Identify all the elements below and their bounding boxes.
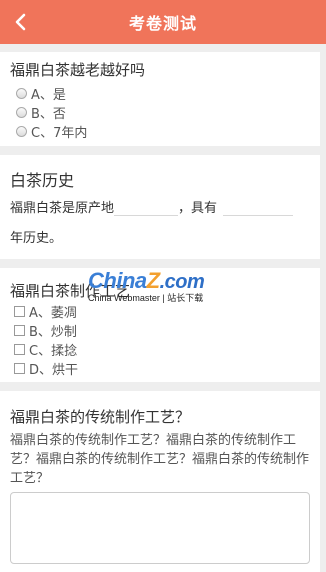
fill-text: 福鼎白茶是原产地 bbox=[10, 201, 115, 216]
radio-option-c[interactable]: C、7年内 bbox=[16, 122, 87, 141]
page-title: 考卷测试 bbox=[128, 14, 197, 33]
checkbox[interactable] bbox=[14, 306, 25, 317]
radio-button[interactable] bbox=[16, 107, 27, 118]
chevron-left-icon bbox=[15, 13, 26, 31]
checkbox-option-c[interactable]: C、揉捻 bbox=[14, 340, 78, 359]
fill-text: 年历史。 bbox=[10, 231, 63, 246]
radio-option-a[interactable]: A、是 bbox=[16, 84, 87, 103]
question-description: 福鼎白茶的传统制作工艺？福鼎白茶的传统制作工艺？福鼎白茶的传统制作工艺？福鼎白茶… bbox=[10, 433, 310, 486]
fill-text: ，具有 bbox=[178, 201, 218, 216]
checkbox-option-a[interactable]: A、萎凋 bbox=[14, 302, 78, 321]
checkbox[interactable] bbox=[14, 363, 25, 374]
back-button[interactable] bbox=[6, 7, 36, 37]
question-title: 福鼎白茶越老越好吗 bbox=[10, 61, 146, 79]
question-card-2: 白茶历史 福鼎白茶是原产地 ，具有 年历史。 bbox=[0, 155, 320, 259]
checkbox-option-d[interactable]: D、烘干 bbox=[14, 359, 78, 378]
top-bar: 考卷测试 bbox=[0, 0, 326, 44]
answer-textarea[interactable] bbox=[10, 492, 310, 564]
question-card-1: 福鼎白茶越老越好吗 A、是 B、否 C、7年内 bbox=[0, 52, 320, 146]
radio-option-b[interactable]: B、否 bbox=[16, 103, 87, 122]
radio-button[interactable] bbox=[16, 88, 27, 99]
watermark: ChinaZ.com China Webmaster | 站长下载 bbox=[88, 268, 248, 308]
question-title: 福鼎白茶的传统制作工艺？ bbox=[10, 408, 191, 426]
checkbox[interactable] bbox=[14, 344, 25, 355]
checkbox[interactable] bbox=[14, 325, 25, 336]
question-title: 白茶历史 bbox=[10, 171, 75, 190]
radio-button[interactable] bbox=[16, 126, 27, 137]
fill-blank-input[interactable] bbox=[223, 197, 294, 216]
fill-blank-input[interactable] bbox=[114, 197, 179, 216]
watermark-subtitle: China Webmaster | 站长下载 bbox=[88, 293, 204, 303]
checkbox-option-b[interactable]: B、炒制 bbox=[14, 321, 78, 340]
